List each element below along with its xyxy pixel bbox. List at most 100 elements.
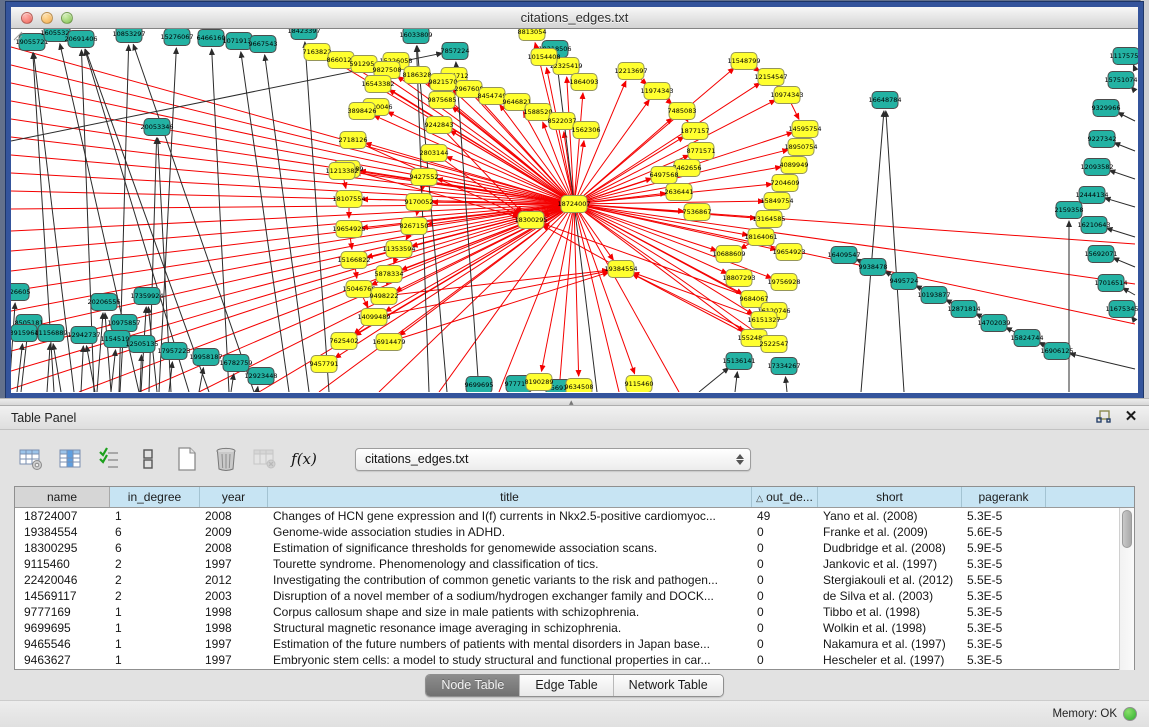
cell-out-de-[interactable]: 0	[752, 540, 818, 556]
scrollbar-thumb[interactable]	[1122, 510, 1132, 548]
graph-node[interactable]: 19384554	[604, 261, 637, 278]
graph-node[interactable]: 2718126	[339, 132, 368, 149]
graph-node[interactable]: 10154408	[527, 49, 560, 66]
column-header-year[interactable]: year	[200, 487, 268, 507]
graph-node[interactable]: 11675345	[1105, 301, 1138, 318]
cell-short[interactable]: Tibbo et al. (1998)	[818, 604, 962, 620]
column-header-short[interactable]: short	[818, 487, 962, 507]
window-resize-grip[interactable]	[11, 29, 23, 41]
cell-pagerank[interactable]: 5.3E-5	[962, 652, 1046, 668]
graph-node[interactable]: 18300295	[514, 212, 547, 229]
graph-node[interactable]: 12923448	[244, 368, 277, 385]
graph-node[interactable]: 10975857	[107, 315, 140, 332]
tab-edge-table[interactable]: Edge Table	[519, 675, 612, 696]
graph-node[interactable]: 7204609	[771, 175, 800, 192]
cell-out-de-[interactable]: 0	[752, 524, 818, 540]
cell-short[interactable]: Nakamura et al. (1997)	[818, 636, 962, 652]
delete-table-trash-icon[interactable]	[209, 442, 243, 476]
cell-in-degree[interactable]: 1	[110, 636, 200, 652]
table-row[interactable]: 1456911722003Disruption of a novel membe…	[15, 588, 1134, 604]
cell-in-degree[interactable]: 1	[110, 604, 200, 620]
graph-node[interactable]: 13164585	[752, 211, 785, 228]
cell-year[interactable]: 1998	[200, 620, 268, 636]
graph-node[interactable]: 20691406	[64, 31, 97, 48]
graph-node[interactable]: 11974343	[640, 83, 673, 100]
cell-year[interactable]: 2009	[200, 524, 268, 540]
graph-node[interactable]: 7485083	[668, 103, 697, 120]
graph-node[interactable]: 1877157	[681, 123, 710, 140]
cell-out-de-[interactable]: 0	[752, 604, 818, 620]
tab-network-table[interactable]: Network Table	[613, 675, 723, 696]
cell-out-de-[interactable]: 0	[752, 652, 818, 668]
cell-in-degree[interactable]: 6	[110, 540, 200, 556]
graph-node[interactable]: 16782759	[219, 355, 252, 372]
cell-in-degree[interactable]: 1	[110, 652, 200, 668]
graph-node[interactable]: 16151327	[747, 312, 780, 329]
table-row[interactable]: 1938455462009Genome-wide association stu…	[15, 524, 1134, 540]
graph-node[interactable]: 19958187	[189, 349, 222, 366]
graph-node[interactable]: 10688609	[712, 246, 745, 263]
cell-name[interactable]: 9699695	[15, 620, 110, 636]
cell-short[interactable]: Yano et al. (2008)	[818, 508, 962, 524]
graph-node[interactable]: 12505135	[125, 336, 158, 353]
table-row[interactable]: 946362711997Embryonic stem cells: a mode…	[15, 652, 1134, 668]
cell-in-degree[interactable]: 2	[110, 588, 200, 604]
cell-year[interactable]: 1998	[200, 604, 268, 620]
cell-in-degree[interactable]: 2	[110, 572, 200, 588]
graph-node[interactable]: 11548799	[727, 53, 760, 70]
graph-node[interactable]: 15849754	[760, 193, 793, 210]
graph-node[interactable]: 15824744	[1010, 330, 1043, 347]
graph-node[interactable]: 16914479	[372, 334, 405, 351]
cell-pagerank[interactable]: 5.3E-5	[962, 556, 1046, 572]
graph-node[interactable]: 10853297	[112, 29, 145, 43]
cell-in-degree[interactable]: 2	[110, 556, 200, 572]
graph-node[interactable]: 1864093	[570, 74, 599, 91]
cell-out-de-[interactable]: 0	[752, 636, 818, 652]
cell-year[interactable]: 1997	[200, 556, 268, 572]
graph-node[interactable]: 17334267	[767, 358, 800, 375]
cell-in-degree[interactable]: 6	[110, 524, 200, 540]
column-header-title[interactable]: title	[268, 487, 752, 507]
column-header-in-degree[interactable]: in_degree	[110, 487, 200, 507]
graph-node[interactable]: 9170052	[405, 194, 434, 211]
cell-pagerank[interactable]: 5.3E-5	[962, 588, 1046, 604]
graph-node[interactable]: 18950754	[784, 139, 817, 156]
cell-short[interactable]: Stergiakouli et al. (2012)	[818, 572, 962, 588]
graph-node[interactable]: 9457791	[310, 356, 339, 373]
cell-pagerank[interactable]: 5.9E-5	[962, 540, 1046, 556]
column-header-name[interactable]: name	[15, 487, 110, 507]
graph-node[interactable]: 14702039	[977, 315, 1010, 332]
graph-node[interactable]: 2159358	[1055, 202, 1084, 219]
show-columns-icon[interactable]	[53, 442, 87, 476]
graph-node[interactable]: 15751074	[1104, 72, 1137, 89]
cell-short[interactable]: Hescheler et al. (1997)	[818, 652, 962, 668]
column-header-pagerank[interactable]: pagerank	[962, 487, 1046, 507]
graph-node[interactable]: 5878334	[375, 266, 404, 283]
graph-node[interactable]: 8813054	[518, 29, 547, 41]
cell-name[interactable]: 22420046	[15, 572, 110, 588]
cell-name[interactable]: 9465546	[15, 636, 110, 652]
cell-pagerank[interactable]: 5.3E-5	[962, 604, 1046, 620]
graph-node[interactable]: 11353594	[382, 241, 415, 258]
cell-out-de-[interactable]: 0	[752, 572, 818, 588]
graph-node[interactable]: 15276067	[160, 29, 193, 46]
panel-divider[interactable]: ▴	[0, 398, 1149, 406]
graph-node[interactable]: 9938478	[859, 259, 888, 276]
cell-pagerank[interactable]: 5.3E-5	[962, 636, 1046, 652]
cell-title[interactable]: Embryonic stem cells: a model to study s…	[268, 652, 752, 668]
graph-node[interactable]: 2126605	[11, 284, 30, 301]
close-panel-icon[interactable]: ✕	[1123, 409, 1139, 425]
table-settings-icon[interactable]	[14, 442, 48, 476]
table-selector-dropdown[interactable]: citations_edges.txt	[355, 448, 751, 471]
cell-name[interactable]: 9115460	[15, 556, 110, 572]
cell-year[interactable]: 1997	[200, 636, 268, 652]
table-row[interactable]: 1830029562008Estimation of significance …	[15, 540, 1134, 556]
graph-node[interactable]: 2803144	[420, 145, 449, 162]
cell-title[interactable]: Structural magnetic resonance image aver…	[268, 620, 752, 636]
cell-title[interactable]: Genome-wide association studies in ADHD.	[268, 524, 752, 540]
cell-short[interactable]: Franke et al. (2009)	[818, 524, 962, 540]
cell-year[interactable]: 2003	[200, 588, 268, 604]
cell-in-degree[interactable]: 1	[110, 508, 200, 524]
graph-node[interactable]: 16033809	[399, 29, 432, 44]
graph-node[interactable]: 14099489	[357, 309, 390, 326]
